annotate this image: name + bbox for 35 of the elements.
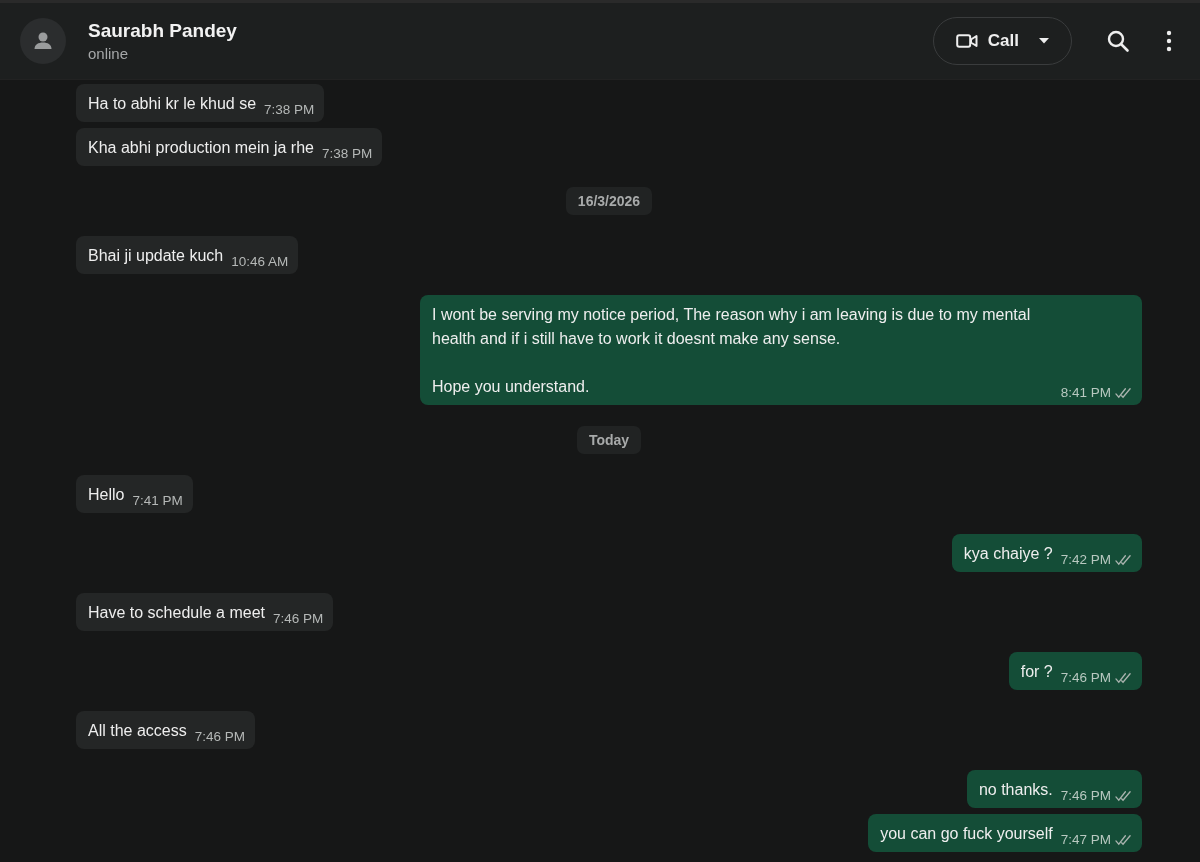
avatar-icon[interactable]	[20, 18, 66, 64]
message-time: 7:46 PM	[1060, 787, 1111, 805]
double-check-icon	[1115, 387, 1132, 399]
message-time: 7:46 PM	[1060, 669, 1111, 687]
caret-icon	[1039, 38, 1049, 44]
message-text: Bhai ji update kuch	[88, 246, 224, 266]
message-text: kya chaiye ?	[963, 544, 1053, 564]
message-time: 7:47 PM	[1060, 831, 1111, 849]
message-text: Have to schedule a meet	[88, 603, 265, 623]
message-text: no thanks.	[978, 780, 1053, 800]
message-time: 7:41 PM	[132, 492, 183, 510]
message-time: 7:38 PM	[321, 145, 373, 163]
contact-name[interactable]: Saurabh Pandey	[88, 20, 237, 42]
message-text: you can go fuck yourself	[880, 824, 1053, 844]
message-time: 8:41 PM	[1060, 384, 1111, 402]
double-check-icon	[1115, 672, 1132, 684]
contact-status: online	[88, 45, 130, 62]
message-text: Hello	[88, 485, 125, 505]
message-text: Ha to abhi kr le khud se	[88, 94, 257, 114]
call-button[interactable]: Call	[932, 17, 1072, 65]
search-icon[interactable]	[1106, 29, 1130, 53]
video-camera-icon	[955, 33, 978, 49]
message-time: 7:42 PM	[1060, 551, 1111, 569]
message-time: 7:46 PM	[273, 610, 324, 628]
double-check-icon	[1115, 554, 1132, 566]
message-text: Kha abhi production mein ja rhe	[88, 138, 314, 158]
message-text: for ?	[1020, 662, 1053, 682]
message-text: I wont be serving my notice period, The reason why i am leaving is due to my mental health and if i still have to work it doesnt make any sense. Hope you understand.	[432, 305, 1032, 397]
message-text: All the access	[88, 721, 187, 741]
double-check-icon	[1115, 834, 1132, 846]
message-time: 7:38 PM	[264, 101, 315, 119]
message-time: 10:46 AM	[231, 253, 289, 271]
double-check-icon	[1115, 790, 1132, 802]
message-time: 7:46 PM	[194, 728, 245, 746]
menu-icon[interactable]	[1166, 29, 1172, 53]
